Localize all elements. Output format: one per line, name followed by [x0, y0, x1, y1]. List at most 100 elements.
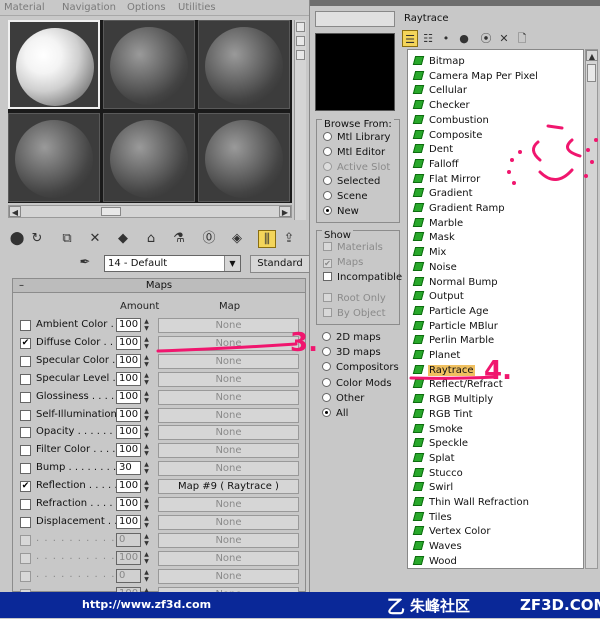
map-list-item[interactable]: Cellular	[412, 84, 468, 98]
map-slot-button[interactable]: None	[158, 568, 299, 584]
map-slot-button[interactable]: None	[158, 389, 299, 405]
map-list-item[interactable]: Waves	[412, 540, 463, 554]
map-list-item[interactable]: Thin Wall Refraction	[412, 496, 530, 510]
map-list-item[interactable]: Raytrace	[412, 364, 475, 378]
menu-utilities[interactable]: Utilities	[178, 2, 216, 13]
map-list-item[interactable]: Planet	[412, 349, 461, 363]
category-option[interactable]: Color Mods	[322, 377, 392, 389]
map-slot-button[interactable]: None	[158, 353, 299, 369]
amount-spinner-icon[interactable]: ▲▼	[142, 408, 151, 422]
sample-slot-6[interactable]	[198, 113, 290, 202]
scroll-thumb[interactable]	[587, 64, 596, 82]
scroll-thumb[interactable]	[101, 207, 121, 216]
map-list-item[interactable]: Tiles	[412, 511, 453, 525]
map-enable-checkbox[interactable]	[20, 355, 31, 367]
map-list-item[interactable]: Flat Mirror	[412, 173, 481, 187]
show-map-in-viewport-icon[interactable]: ◈	[228, 230, 246, 248]
map-name-field[interactable]	[315, 11, 395, 27]
map-list-item[interactable]: Splat	[412, 452, 456, 466]
map-list-item[interactable]: RGB Tint	[412, 408, 474, 422]
map-enable-checkbox[interactable]	[20, 534, 31, 546]
map-list-item[interactable]: Vertex Color	[412, 525, 491, 539]
map-amount-input[interactable]: 100	[116, 318, 141, 332]
amount-spinner-icon[interactable]: ▲▼	[142, 515, 151, 529]
category-option[interactable]: 2D maps	[322, 332, 381, 343]
map-amount-input[interactable]: 100	[116, 353, 141, 368]
show-option[interactable]: Incompatible	[323, 272, 402, 283]
map-amount-input[interactable]: 100	[116, 514, 141, 529]
map-slot-button[interactable]: None	[158, 514, 299, 530]
category-option[interactable]: All	[322, 408, 348, 419]
root-option[interactable]: By Object	[323, 308, 386, 319]
map-list-item[interactable]: Camera Map Per Pixel	[412, 70, 539, 84]
map-slot-button[interactable]: None	[158, 407, 299, 423]
amount-spinner-icon[interactable]: ▲▼	[142, 569, 151, 583]
map-enable-checkbox[interactable]	[20, 391, 31, 403]
map-amount-input[interactable]: 100	[116, 497, 141, 511]
map-list-item[interactable]: Noise	[412, 261, 458, 275]
menu-material[interactable]: Material	[4, 2, 45, 13]
menu-navigation[interactable]: Navigation	[62, 2, 116, 13]
amount-spinner-icon[interactable]: ▲▼	[142, 336, 151, 350]
map-list-item[interactable]: Composite	[412, 129, 483, 143]
map-amount-input[interactable]: 100	[116, 389, 141, 404]
material-effects-channel-icon[interactable]: ⓪	[200, 230, 218, 248]
map-list-item[interactable]: Checker	[412, 99, 471, 113]
map-list-item[interactable]: RGB Multiply	[412, 393, 494, 407]
view-list-icons-icon[interactable]: ☷	[420, 30, 436, 47]
map-enable-checkbox[interactable]	[20, 409, 31, 421]
backlight-icon[interactable]	[296, 36, 305, 46]
category-option[interactable]: 3D maps	[322, 347, 381, 358]
browse-from-option[interactable]: Mtl Library	[323, 132, 390, 143]
root-option[interactable]: Root Only	[323, 293, 386, 304]
map-amount-input[interactable]: 100	[116, 407, 141, 422]
map-slot-button[interactable]: None	[158, 497, 299, 512]
map-slot-button[interactable]: None	[158, 443, 299, 459]
get-material-icon[interactable]: ⬤	[8, 230, 26, 248]
material-type-button[interactable]: Standard	[250, 255, 309, 273]
amount-spinner-icon[interactable]: ▲▼	[142, 318, 151, 332]
map-list-scrollbar[interactable]: ▲	[585, 49, 598, 569]
map-enable-checkbox[interactable]	[20, 463, 31, 475]
map-slot-button[interactable]: None	[158, 532, 299, 548]
map-slot-button[interactable]: None	[158, 425, 299, 441]
map-list-item[interactable]: Gradient Ramp	[412, 202, 506, 216]
map-enable-checkbox[interactable]	[20, 320, 31, 331]
map-amount-input[interactable]: 0	[116, 568, 141, 583]
map-enable-checkbox[interactable]	[20, 516, 31, 528]
map-amount-input[interactable]: 30	[116, 461, 141, 476]
amount-spinner-icon[interactable]: ▲▼	[142, 461, 151, 475]
tool-scrollbar[interactable]	[294, 20, 306, 220]
map-list-item[interactable]: Reflect/Refract	[412, 378, 504, 392]
go-to-parent-icon[interactable]: ⇪	[280, 230, 298, 248]
scroll-right-arrow-icon[interactable]: ▶	[279, 206, 291, 217]
scroll-left-arrow-icon[interactable]: ◀	[9, 206, 21, 217]
amount-spinner-icon[interactable]: ▲▼	[142, 479, 151, 493]
collapse-icon[interactable]: –	[19, 279, 24, 293]
view-small-icons-icon[interactable]: •	[438, 30, 454, 47]
map-list-item[interactable]: Smoke	[412, 423, 464, 437]
sample-slot-3[interactable]	[198, 20, 290, 109]
map-enable-checkbox[interactable]	[20, 445, 31, 457]
clear-library-icon[interactable]: 🗋	[514, 30, 530, 47]
map-enable-checkbox[interactable]	[20, 427, 31, 439]
maps-rollout-header[interactable]: – Maps	[13, 279, 305, 293]
map-list-item[interactable]: Marble	[412, 217, 464, 231]
sample-type-icon[interactable]	[296, 22, 305, 32]
amount-spinner-icon[interactable]: ▲▼	[142, 354, 151, 368]
map-slot-button[interactable]: None	[158, 461, 299, 477]
map-amount-input[interactable]: 100	[116, 443, 141, 458]
browse-from-option[interactable]: New	[323, 206, 359, 217]
map-list-item[interactable]: Falloff	[412, 158, 460, 172]
map-slot-button[interactable]: None	[158, 335, 299, 351]
map-list-item[interactable]: Particle MBlur	[412, 320, 499, 334]
map-enable-checkbox[interactable]	[20, 499, 31, 510]
browse-from-option[interactable]: Mtl Editor	[323, 146, 385, 158]
map-slot-button[interactable]: None	[158, 318, 299, 333]
put-to-library-icon[interactable]: ⚗	[170, 230, 188, 248]
map-enable-checkbox[interactable]	[20, 552, 31, 564]
map-list[interactable]: Bitmap Camera Map Per Pixel Cellular Checke…	[407, 49, 584, 569]
map-slot-button[interactable]: None	[158, 550, 299, 566]
menu-options[interactable]: Options	[127, 2, 166, 13]
amount-spinner-icon[interactable]: ▲▼	[142, 372, 151, 386]
